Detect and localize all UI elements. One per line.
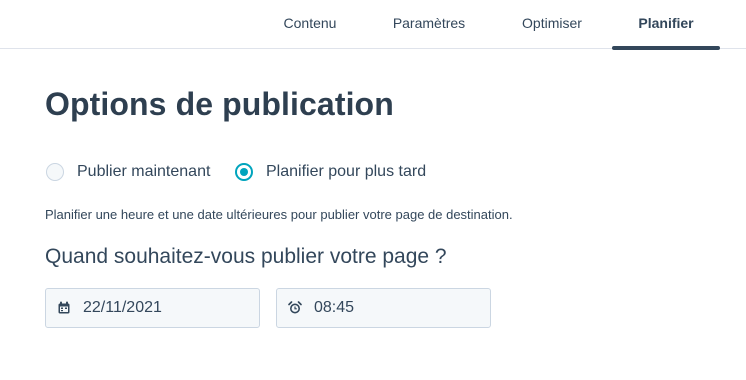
publish-settings-page: Contenu Paramètres Optimiser Planifier O… <box>0 0 746 380</box>
alarm-clock-icon <box>288 301 302 315</box>
time-value: 08:45 <box>314 299 355 316</box>
calendar-icon <box>57 301 71 315</box>
publish-now-label[interactable]: Publier maintenant <box>77 163 210 181</box>
schedule-help-text: Planifier une heure et une date ultérieu… <box>45 207 513 222</box>
tab-contenu[interactable]: Contenu <box>262 0 358 46</box>
publish-now-radio[interactable] <box>46 163 64 181</box>
schedule-later-option[interactable]: Planifier pour plus tard <box>235 160 426 184</box>
schedule-later-label[interactable]: Planifier pour plus tard <box>266 163 426 181</box>
publish-now-option[interactable]: Publier maintenant <box>46 160 210 184</box>
radio-selected-dot <box>240 168 248 176</box>
page-title: Options de publication <box>45 86 394 122</box>
tab-optimiser[interactable]: Optimiser <box>502 0 602 46</box>
schedule-later-radio[interactable] <box>235 163 253 181</box>
schedule-question: Quand souhaitez-vous publier votre page … <box>45 245 447 268</box>
time-picker-input[interactable]: 08:45 <box>276 288 491 328</box>
tab-parametres[interactable]: Paramètres <box>378 0 480 46</box>
date-value: 22/11/2021 <box>83 299 162 316</box>
tab-planifier[interactable]: Planifier <box>612 0 720 50</box>
date-picker-input[interactable]: 22/11/2021 <box>45 288 260 328</box>
top-tab-bar: Contenu Paramètres Optimiser Planifier <box>0 0 746 50</box>
